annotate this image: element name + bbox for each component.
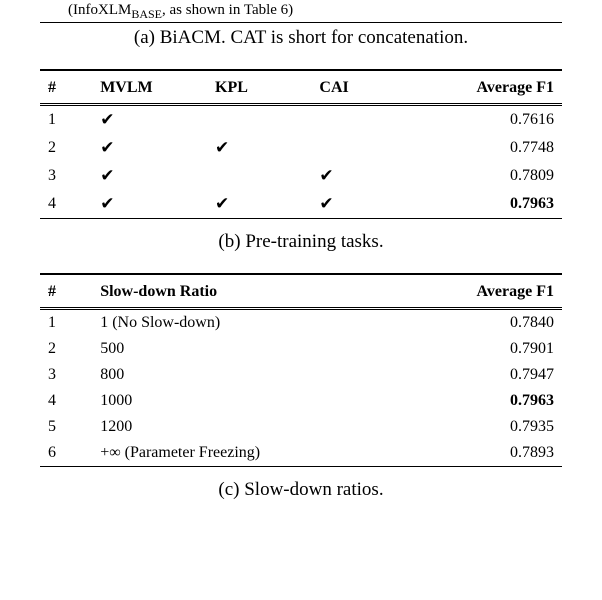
cell-f1: 0.7963 (385, 388, 562, 414)
th-f1: Average F1 (385, 274, 562, 309)
cell-f1: 0.7893 (385, 440, 562, 467)
cell-ratio: 1200 (92, 414, 384, 440)
cell-kpl: ✔ (207, 190, 311, 219)
table-row: 1 ✔ 0.7616 (40, 105, 562, 135)
cell-f1: 0.7901 (385, 336, 562, 362)
topnote-b: , as shown in Table 6) (162, 2, 293, 18)
table-slowdown: # Slow-down Ratio Average F1 1 1 (No Slo… (40, 273, 562, 475)
rule (40, 467, 562, 476)
table-row: 5 1200 0.7935 (40, 414, 562, 440)
table-pretraining: # MVLM KPL CAI Average F1 1 ✔ 0.7616 2 ✔… (40, 69, 562, 227)
th-ratio: Slow-down Ratio (92, 274, 384, 309)
cell-ratio: 800 (92, 362, 384, 388)
table-row: 2 500 0.7901 (40, 336, 562, 362)
table-row: 3 800 0.7947 (40, 362, 562, 388)
cell-ratio: 1 (No Slow-down) (92, 309, 384, 337)
page-body: (InfoXLMBASE, as shown in Table 6) (a) B… (0, 2, 602, 541)
cell-num: 6 (40, 440, 92, 467)
table-row: 4 1000 0.7963 (40, 388, 562, 414)
th-num: # (40, 274, 92, 309)
th-f1: Average F1 (416, 70, 562, 105)
cell-mvlm: ✔ (92, 105, 207, 135)
cell-kpl (207, 162, 311, 190)
table-row: # Slow-down Ratio Average F1 (40, 274, 562, 309)
cell-num: 3 (40, 362, 92, 388)
cell-f1: 0.7616 (416, 105, 562, 135)
cell-f1: 0.7840 (385, 309, 562, 337)
topnote-a: (InfoXLM (68, 2, 131, 18)
cell-f1: 0.7963 (416, 190, 562, 219)
cell-ratio: 500 (92, 336, 384, 362)
caption-a: (a) BiACM. CAT is short for concatenatio… (40, 27, 562, 49)
table-row: 6 +∞ (Parameter Freezing) 0.7893 (40, 440, 562, 467)
cell-mvlm: ✔ (92, 134, 207, 162)
cell-num: 4 (40, 388, 92, 414)
th-mvlm: MVLM (92, 70, 207, 105)
cell-cai (311, 134, 415, 162)
cell-cai: ✔ (311, 162, 415, 190)
cell-kpl (207, 105, 311, 135)
cell-num: 1 (40, 309, 92, 337)
cell-mvlm: ✔ (92, 190, 207, 219)
table-row: 3 ✔ ✔ 0.7809 (40, 162, 562, 190)
cell-num: 5 (40, 414, 92, 440)
cell-f1: 0.7809 (416, 162, 562, 190)
cell-num: 1 (40, 105, 92, 135)
cell-cai: ✔ (311, 190, 415, 219)
top-note: (InfoXLMBASE, as shown in Table 6) (40, 2, 562, 22)
table-row: 2 ✔ ✔ 0.7748 (40, 134, 562, 162)
cell-num: 4 (40, 190, 92, 219)
cell-f1: 0.7748 (416, 134, 562, 162)
rule (40, 22, 562, 23)
table-row: # MVLM KPL CAI Average F1 (40, 70, 562, 105)
cell-kpl: ✔ (207, 134, 311, 162)
cell-num: 2 (40, 336, 92, 362)
table-row: 1 1 (No Slow-down) 0.7840 (40, 309, 562, 337)
th-num: # (40, 70, 92, 105)
th-kpl: KPL (207, 70, 311, 105)
cell-f1: 0.7935 (385, 414, 562, 440)
caption-c: (c) Slow-down ratios. (40, 479, 562, 501)
topnote-sub: BASE (131, 7, 162, 21)
cell-cai (311, 105, 415, 135)
th-cai: CAI (311, 70, 415, 105)
cell-f1: 0.7947 (385, 362, 562, 388)
cell-ratio: 1000 (92, 388, 384, 414)
cell-mvlm: ✔ (92, 162, 207, 190)
rule (40, 219, 562, 228)
cell-num: 3 (40, 162, 92, 190)
table-row: 4 ✔ ✔ ✔ 0.7963 (40, 190, 562, 219)
caption-b: (b) Pre-training tasks. (40, 231, 562, 253)
cell-ratio: +∞ (Parameter Freezing) (92, 440, 384, 467)
cell-num: 2 (40, 134, 92, 162)
